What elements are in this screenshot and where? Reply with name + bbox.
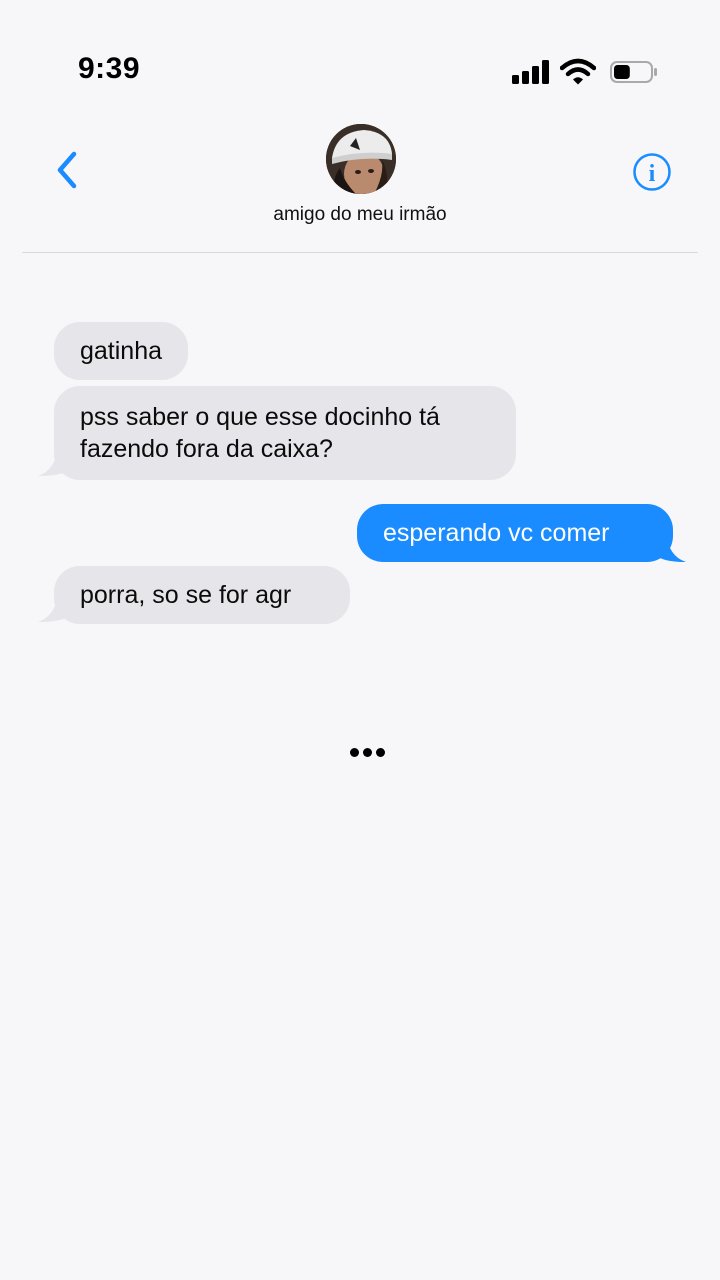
avatar-photo — [326, 124, 396, 194]
info-button[interactable]: i — [632, 152, 672, 192]
outgoing-message-bubble[interactable]: esperando vc comer — [357, 504, 673, 562]
message-text: gatinha — [80, 337, 163, 365]
incoming-message-bubble[interactable]: porra, so se for agr — [54, 566, 350, 624]
typing-dots-icon — [348, 744, 388, 760]
conversation-header: amigo do meu irmão i — [22, 120, 698, 253]
battery-icon — [610, 61, 657, 83]
status-time: 9:39 — [78, 52, 141, 85]
wifi-icon — [560, 58, 596, 85]
messages-screen: 9:39 amigo do meu irmão i gatinha pss sa… — [0, 0, 720, 1280]
incoming-message-bubble[interactable]: pss saber o que esse docinho tá fazendo … — [54, 386, 516, 480]
cellular-signal-icon — [512, 60, 550, 84]
status-bar: 9:39 — [0, 0, 720, 120]
message-text: esperando vc comer — [383, 519, 610, 547]
contact-avatar[interactable] — [326, 124, 396, 194]
message-text-line: pss saber o que esse docinho tá — [80, 403, 440, 431]
contact-name[interactable]: amigo do meu irmão — [22, 204, 698, 226]
back-button[interactable] — [50, 148, 84, 192]
message-text: porra, so se for agr — [80, 581, 292, 609]
incoming-message-bubble[interactable]: gatinha — [54, 322, 189, 380]
message-text-line: fazendo fora da caixa? — [80, 435, 333, 463]
info-icon: i — [649, 161, 656, 187]
